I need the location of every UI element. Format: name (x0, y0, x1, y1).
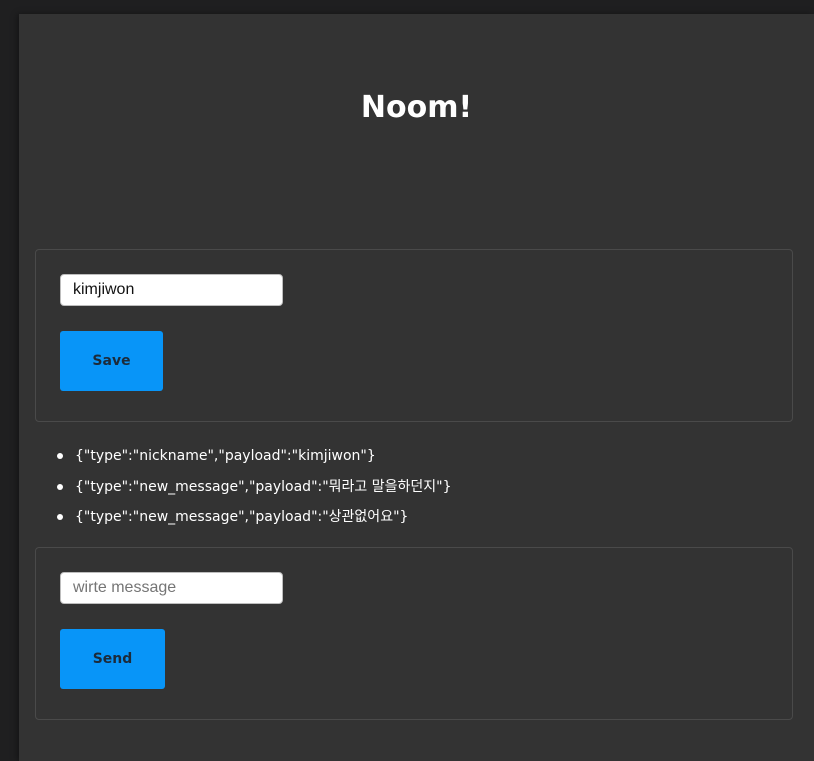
bullet-icon (57, 514, 63, 520)
message-list: {"type":"nickname","payload":"kimjiwon"}… (57, 441, 452, 533)
list-item: {"type":"new_message","payload":"상관없어요"} (57, 502, 452, 533)
message-input[interactable] (60, 572, 283, 604)
bullet-icon (57, 483, 63, 490)
message-text: {"type":"new_message","payload":"상관없어요"} (75, 509, 409, 525)
nickname-form: Save (35, 249, 793, 422)
bullet-icon (57, 453, 63, 459)
message-text: {"type":"new_message","payload":"뭐라고 말을하… (75, 478, 452, 495)
message-text: {"type":"nickname","payload":"kimjiwon"} (75, 448, 376, 464)
nickname-input[interactable] (60, 274, 283, 306)
list-item: {"type":"new_message","payload":"뭐라고 말을하… (57, 472, 452, 503)
message-form: Send (35, 547, 793, 720)
app-page: Noom! Save {"type":"nickname","payload":… (19, 14, 814, 761)
send-button[interactable]: Send (60, 629, 165, 689)
page-title: Noom! (360, 90, 473, 125)
list-item: {"type":"nickname","payload":"kimjiwon"} (57, 441, 452, 472)
save-button[interactable]: Save (60, 331, 163, 391)
